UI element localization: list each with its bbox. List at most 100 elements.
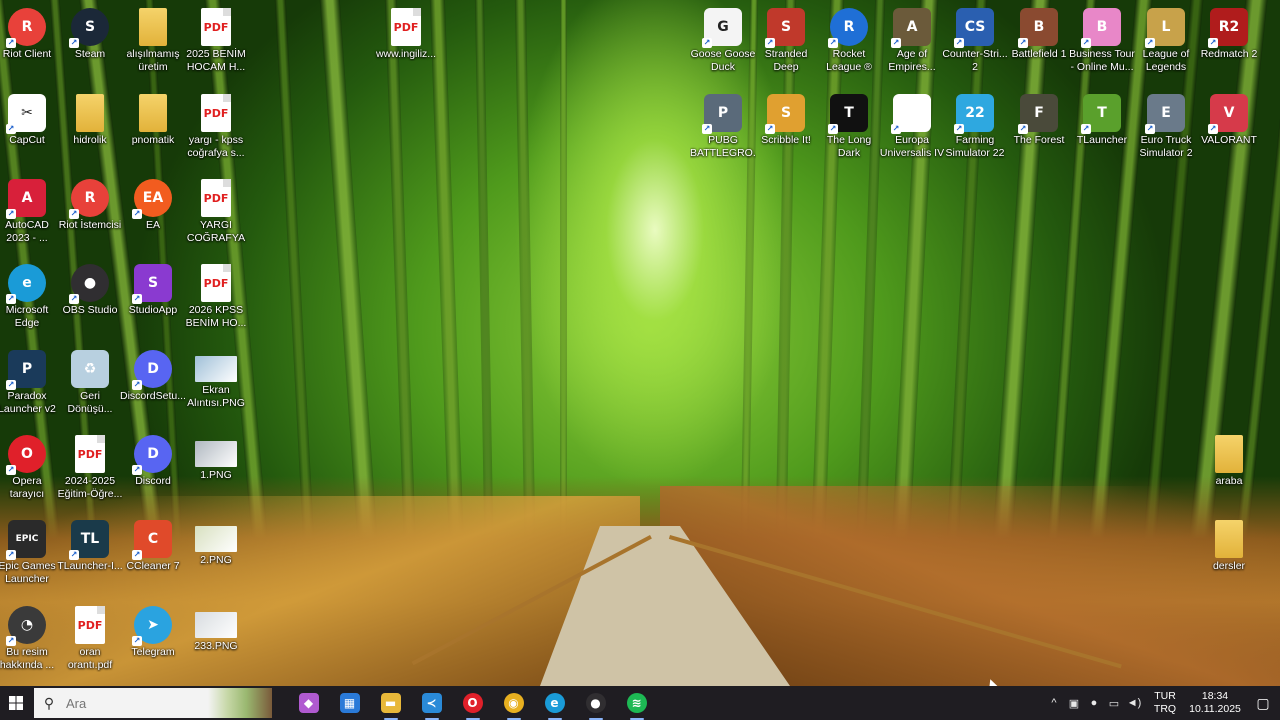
battery-icon[interactable]: ▭ bbox=[1104, 697, 1124, 710]
spotify-icon: ≋ bbox=[626, 693, 647, 713]
desktop-icon-the-forest[interactable]: F ↗ The Forest bbox=[1006, 90, 1072, 170]
desktop-icon-autocad[interactable]: A ↗ AutoCAD 2023 - ... bbox=[0, 175, 60, 255]
taskbar-app-file-explorer[interactable]: ▬ bbox=[370, 686, 411, 720]
desktop-icon-studioapp[interactable]: S ↗ StudioApp bbox=[120, 260, 186, 340]
epic-games-icon: EPIC ↗ bbox=[6, 520, 46, 560]
desktop-icon-pdf-yargi-cografya[interactable]: PDFYARGI COĞRAFYA ... bbox=[183, 175, 249, 255]
desktop-icon-pubg[interactable]: P ↗ PUBG BATTLEGRO... bbox=[690, 90, 756, 170]
desktop-icon-label: Geri Dönüşü... bbox=[67, 390, 113, 415]
desktop-icon-paradox-launcher[interactable]: P ↗ Paradox Launcher v2 bbox=[0, 346, 60, 426]
opera-icon: O ↗ bbox=[6, 435, 46, 475]
microphone-icon[interactable]: ● bbox=[1084, 697, 1104, 709]
desktop-icon-png-1[interactable]: 1.PNG bbox=[183, 431, 249, 511]
taskbar-app-microsoft-store[interactable]: ▦ bbox=[329, 686, 370, 720]
desktop-icon-ea[interactable]: EA ↗ EA bbox=[120, 175, 186, 255]
desktop-icon-pdf-oran-oranti[interactable]: PDF oran orantı.pdf bbox=[57, 602, 123, 682]
desktop-icon-europa-universalis[interactable]: ↗ Europa Universalis IV bbox=[879, 90, 945, 170]
desktop-icon-pdf-2025-benim-hocam[interactable]: PDF 2025 BENİM HOCAM H... bbox=[183, 4, 249, 84]
desktop-icon-valorant[interactable]: V ↗ VALORANT bbox=[1196, 90, 1262, 170]
taskbar-search[interactable]: ⚲ bbox=[34, 688, 272, 718]
taskbar-app-obs[interactable]: ● bbox=[575, 686, 616, 720]
pdf-www-ingiliz-icon: PDF bbox=[391, 8, 421, 46]
desktop-icon-counter-strike-2[interactable]: CS ↗ Counter-Stri... 2 bbox=[942, 4, 1008, 84]
taskbar-app-spotify[interactable]: ≋ bbox=[616, 686, 657, 720]
taskbar-app-copilot[interactable]: ◆ bbox=[288, 686, 329, 720]
desktop-icon-discord[interactable]: D ↗ Discord bbox=[120, 431, 186, 511]
taskbar-app-chrome[interactable]: ◉ bbox=[493, 686, 534, 720]
input-language-indicator[interactable]: TUR TRQ bbox=[1150, 690, 1180, 716]
desktop-icon-opera[interactable]: O ↗ Opera tarayıcı bbox=[0, 431, 60, 511]
desktop-icon-ekran-alintisi[interactable]: Ekran Alıntısı.PNG bbox=[183, 346, 249, 426]
pubg-icon: P ↗ bbox=[702, 94, 742, 134]
desktop-icon-pdf-www-ingiliz[interactable]: PDF www.ingiliz... bbox=[373, 4, 439, 84]
volume-icon[interactable]: ◄) bbox=[1124, 697, 1144, 709]
desktop-icon-riot-istemcisi[interactable]: R ↗ Riot İstemcisi bbox=[57, 175, 123, 255]
desktop-icon-pdf-2024-2025[interactable]: PDF 2024-2025 Eğitim-Öğre... bbox=[57, 431, 123, 511]
desktop-icon-hidrolik[interactable]: hidrolik bbox=[57, 90, 123, 170]
desktop-icon-scribble-it[interactable]: S ↗ Scribble It! bbox=[753, 90, 819, 170]
desktop-icon-label: 233.PNG bbox=[194, 640, 238, 652]
desktop-icon-battlefield-1[interactable]: B ↗ Battlefield 1 bbox=[1006, 4, 1072, 84]
desktop-icon-label: Paradox Launcher v2 bbox=[0, 390, 56, 415]
notification-icon[interactable]: ▢ bbox=[1246, 695, 1280, 712]
desktop-icon-capcut[interactable]: ✂ ↗ CapCut bbox=[0, 90, 60, 170]
desktop-icon-png-233[interactable]: 233.PNG bbox=[183, 602, 249, 682]
desktop-icon-label: YARGI COĞRAFYA ... bbox=[186, 219, 246, 247]
desktop-icon-tlauncher-desk[interactable]: TL ↗ TLauncher-I... bbox=[57, 516, 123, 596]
shortcut-arrow-icon: ↗ bbox=[954, 38, 964, 48]
desktop-icon-tlauncher-top[interactable]: T ↗ TLauncher bbox=[1069, 90, 1135, 170]
meet-now-icon[interactable]: ▣ bbox=[1064, 697, 1084, 710]
desktop-icon-league-of-legends[interactable]: L ↗ League of Legends bbox=[1133, 4, 1199, 84]
desktop-icon-label: 1.PNG bbox=[200, 469, 232, 481]
desktop-icon-telegram[interactable]: ➤ ↗ Telegram bbox=[120, 602, 186, 682]
desktop-icon-business-tour[interactable]: B ↗ Business Tour - Online Mu... bbox=[1069, 4, 1135, 84]
desktop-icon-png-2[interactable]: 2.PNG bbox=[183, 516, 249, 596]
desktop-icon-redmatch-2[interactable]: R2 ↗ Redmatch 2 bbox=[1196, 4, 1262, 84]
desktop-icon-steam[interactable]: S ↗ Steam bbox=[57, 4, 123, 84]
desktop-icon-pdf-2026-kpss[interactable]: PDF 2026 KPSS BENİM HO... bbox=[183, 260, 249, 340]
chevron-up-icon[interactable]: ^ bbox=[1044, 697, 1064, 709]
shortcut-arrow-icon: ↗ bbox=[954, 124, 964, 134]
desktop-icon-pnomatik[interactable]: pnomatik bbox=[120, 90, 186, 170]
desktop-icon-bu-resim-hakkinda[interactable]: ◔ ↗ Bu resim hakkında ... bbox=[0, 602, 60, 682]
desktop-icon-the-long-dark[interactable]: T ↗ The Long Dark bbox=[816, 90, 882, 170]
desktop-icon-obs-studio[interactable]: ● ↗ OBS Studio bbox=[57, 260, 123, 340]
desktop-icon-araba[interactable]: araba bbox=[1196, 431, 1262, 511]
png-233-icon bbox=[195, 612, 237, 638]
desktop-icon-euro-truck[interactable]: E ↗ Euro Truck Simulator 2 bbox=[1133, 90, 1199, 170]
desktop-icon-dersler[interactable]: dersler bbox=[1196, 516, 1262, 596]
shortcut-arrow-icon: ↗ bbox=[1018, 124, 1028, 134]
desktop-icon-label: hidrolik bbox=[73, 134, 107, 146]
desktop-icon-stranded-deep[interactable]: S ↗ Stranded Deep bbox=[753, 4, 819, 84]
desktop-icon-farming-simulator-22[interactable]: 22 ↗ Farming Simulator 22 bbox=[942, 90, 1008, 170]
desktop-icon-rocket-league[interactable]: R ↗ Rocket League ® bbox=[816, 4, 882, 84]
pdf-oran-oranti-icon: PDF bbox=[75, 606, 105, 644]
desktop-icon-goose-goose-duck[interactable]: G ↗ Goose Goose Duck bbox=[690, 4, 756, 84]
shortcut-arrow-icon: ↗ bbox=[132, 636, 142, 646]
desktop-icon-riot-client[interactable]: R ↗ Riot Client bbox=[0, 4, 60, 84]
desktop-icon-label: CapCut bbox=[9, 134, 45, 146]
pdf-yargi-kpss-icon: PDF bbox=[201, 94, 231, 132]
desktop-icon-ccleaner[interactable]: C ↗ CCleaner 7 bbox=[120, 516, 186, 596]
taskbar-app-opera[interactable]: O bbox=[452, 686, 493, 720]
desktop-icon-label: The Forest bbox=[1013, 134, 1065, 146]
taskbar-app-vscode[interactable]: ≺ bbox=[411, 686, 452, 720]
search-highlight-image bbox=[208, 688, 272, 718]
desktop-icon-discord-setup[interactable]: D ↗ DiscordSetu... bbox=[120, 346, 186, 426]
desktop-icon-geri-donusum[interactable]: ♻ Geri Dönüşü... bbox=[57, 346, 123, 426]
desktop-icon-microsoft-edge[interactable]: e ↗ Microsoft Edge bbox=[0, 260, 60, 340]
desktop-icon-label: Redmatch 2 bbox=[1200, 48, 1258, 60]
edge-icon: e bbox=[544, 693, 565, 713]
taskbar-app-edge[interactable]: e bbox=[534, 686, 575, 720]
desktop-icon-pdf-yargi-kpss[interactable]: PDF yargı - kpss coğrafya s... bbox=[183, 90, 249, 170]
desktop-icon-label: DiscordSetu... bbox=[120, 390, 186, 402]
desktop-icon-alisilmamis-uretim[interactable]: alışılmamış üretim bbox=[120, 4, 186, 84]
search-input[interactable] bbox=[64, 694, 198, 712]
desktop-icon-epic-games[interactable]: EPIC ↗ Epic Games Launcher bbox=[0, 516, 60, 596]
clock[interactable]: 18:34 10.11.2025 bbox=[1184, 690, 1246, 716]
desktop-icon-label: Opera tarayıcı bbox=[9, 475, 45, 500]
shortcut-arrow-icon: ↗ bbox=[1208, 124, 1218, 134]
start-button[interactable] bbox=[0, 686, 32, 720]
desktop-icon-age-of-empires[interactable]: A ↗ Age of Empires... bbox=[879, 4, 945, 84]
pdf-yargi-cografya-icon: PDF bbox=[201, 179, 231, 217]
